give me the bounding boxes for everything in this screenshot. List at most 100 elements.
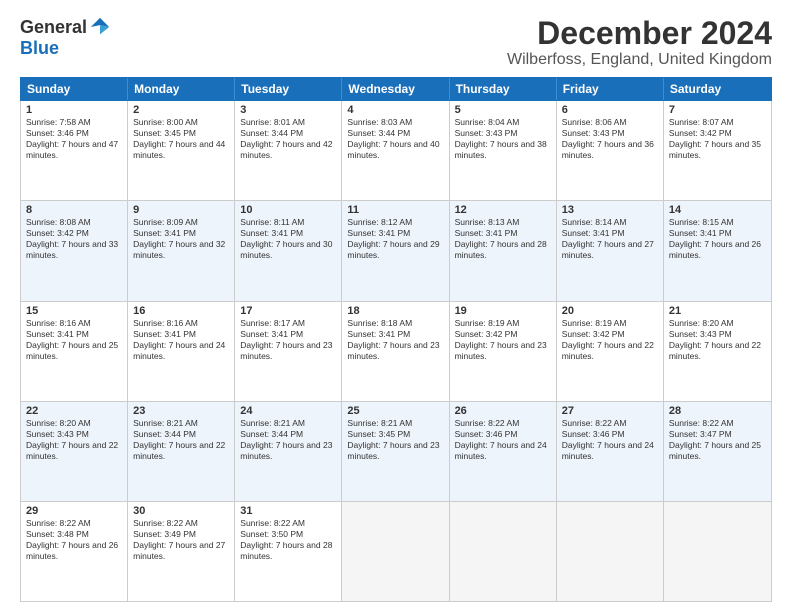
day-number: 17 <box>240 305 336 317</box>
day-cell-21: 21Sunrise: 8:20 AMSunset: 3:43 PMDayligh… <box>664 302 771 401</box>
month-title: December 2024 <box>507 16 772 51</box>
day-cell-26: 26Sunrise: 8:22 AMSunset: 3:46 PMDayligh… <box>450 402 557 501</box>
empty-cell <box>450 502 557 601</box>
cell-info: Sunrise: 8:11 AMSunset: 3:41 PMDaylight:… <box>240 217 336 261</box>
day-cell-5: 5Sunrise: 8:04 AMSunset: 3:43 PMDaylight… <box>450 101 557 200</box>
cell-info: Sunrise: 8:09 AMSunset: 3:41 PMDaylight:… <box>133 217 229 261</box>
cell-info: Sunrise: 8:19 AMSunset: 3:42 PMDaylight:… <box>455 318 551 362</box>
day-cell-16: 16Sunrise: 8:16 AMSunset: 3:41 PMDayligh… <box>128 302 235 401</box>
header-tuesday: Tuesday <box>235 78 342 100</box>
day-cell-30: 30Sunrise: 8:22 AMSunset: 3:49 PMDayligh… <box>128 502 235 601</box>
cell-info: Sunrise: 8:03 AMSunset: 3:44 PMDaylight:… <box>347 117 443 161</box>
cell-info: Sunrise: 8:07 AMSunset: 3:42 PMDaylight:… <box>669 117 766 161</box>
day-number: 25 <box>347 405 443 417</box>
header-wednesday: Wednesday <box>342 78 449 100</box>
calendar-header: Sunday Monday Tuesday Wednesday Thursday… <box>20 77 772 101</box>
day-number: 31 <box>240 505 336 517</box>
day-cell-10: 10Sunrise: 8:11 AMSunset: 3:41 PMDayligh… <box>235 201 342 300</box>
day-number: 26 <box>455 405 551 417</box>
day-number: 19 <box>455 305 551 317</box>
day-number: 15 <box>26 305 122 317</box>
empty-cell <box>664 502 771 601</box>
title-section: December 2024 Wilberfoss, England, Unite… <box>507 16 772 69</box>
day-cell-28: 28Sunrise: 8:22 AMSunset: 3:47 PMDayligh… <box>664 402 771 501</box>
day-cell-11: 11Sunrise: 8:12 AMSunset: 3:41 PMDayligh… <box>342 201 449 300</box>
cell-info: Sunrise: 8:15 AMSunset: 3:41 PMDaylight:… <box>669 217 766 261</box>
week-row-4: 22Sunrise: 8:20 AMSunset: 3:43 PMDayligh… <box>21 402 771 502</box>
day-cell-25: 25Sunrise: 8:21 AMSunset: 3:45 PMDayligh… <box>342 402 449 501</box>
cell-info: Sunrise: 8:16 AMSunset: 3:41 PMDaylight:… <box>133 318 229 362</box>
day-cell-29: 29Sunrise: 8:22 AMSunset: 3:48 PMDayligh… <box>21 502 128 601</box>
empty-cell <box>342 502 449 601</box>
logo-blue: Blue <box>20 38 59 59</box>
header-friday: Friday <box>557 78 664 100</box>
day-cell-20: 20Sunrise: 8:19 AMSunset: 3:42 PMDayligh… <box>557 302 664 401</box>
day-number: 9 <box>133 204 229 216</box>
cell-info: Sunrise: 8:22 AMSunset: 3:48 PMDaylight:… <box>26 518 122 562</box>
day-cell-24: 24Sunrise: 8:21 AMSunset: 3:44 PMDayligh… <box>235 402 342 501</box>
day-number: 8 <box>26 204 122 216</box>
cell-info: Sunrise: 8:21 AMSunset: 3:44 PMDaylight:… <box>240 418 336 462</box>
cell-info: Sunrise: 8:22 AMSunset: 3:50 PMDaylight:… <box>240 518 336 562</box>
cell-info: Sunrise: 8:12 AMSunset: 3:41 PMDaylight:… <box>347 217 443 261</box>
cell-info: Sunrise: 8:21 AMSunset: 3:45 PMDaylight:… <box>347 418 443 462</box>
cell-info: Sunrise: 8:13 AMSunset: 3:41 PMDaylight:… <box>455 217 551 261</box>
day-cell-13: 13Sunrise: 8:14 AMSunset: 3:41 PMDayligh… <box>557 201 664 300</box>
cell-info: Sunrise: 8:22 AMSunset: 3:46 PMDaylight:… <box>562 418 658 462</box>
day-cell-22: 22Sunrise: 8:20 AMSunset: 3:43 PMDayligh… <box>21 402 128 501</box>
header-thursday: Thursday <box>450 78 557 100</box>
day-number: 16 <box>133 305 229 317</box>
header-sunday: Sunday <box>21 78 128 100</box>
logo-general: General <box>20 17 87 38</box>
day-number: 28 <box>669 405 766 417</box>
location: Wilberfoss, England, United Kingdom <box>507 51 772 69</box>
day-number: 18 <box>347 305 443 317</box>
day-cell-12: 12Sunrise: 8:13 AMSunset: 3:41 PMDayligh… <box>450 201 557 300</box>
week-row-5: 29Sunrise: 8:22 AMSunset: 3:48 PMDayligh… <box>21 502 771 601</box>
logo-icon <box>89 16 111 38</box>
day-number: 10 <box>240 204 336 216</box>
cell-info: Sunrise: 8:20 AMSunset: 3:43 PMDaylight:… <box>26 418 122 462</box>
day-number: 14 <box>669 204 766 216</box>
cell-info: Sunrise: 8:22 AMSunset: 3:49 PMDaylight:… <box>133 518 229 562</box>
day-number: 11 <box>347 204 443 216</box>
cell-info: Sunrise: 8:18 AMSunset: 3:41 PMDaylight:… <box>347 318 443 362</box>
cell-info: Sunrise: 8:06 AMSunset: 3:43 PMDaylight:… <box>562 117 658 161</box>
cell-info: Sunrise: 8:22 AMSunset: 3:46 PMDaylight:… <box>455 418 551 462</box>
day-number: 2 <box>133 104 229 116</box>
cell-info: Sunrise: 8:01 AMSunset: 3:44 PMDaylight:… <box>240 117 336 161</box>
cell-info: Sunrise: 8:00 AMSunset: 3:45 PMDaylight:… <box>133 117 229 161</box>
logo: General Blue <box>20 16 111 59</box>
day-number: 5 <box>455 104 551 116</box>
day-number: 22 <box>26 405 122 417</box>
week-row-1: 1Sunrise: 7:58 AMSunset: 3:46 PMDaylight… <box>21 101 771 201</box>
calendar-body: 1Sunrise: 7:58 AMSunset: 3:46 PMDaylight… <box>20 101 772 602</box>
cell-info: Sunrise: 8:22 AMSunset: 3:47 PMDaylight:… <box>669 418 766 462</box>
header: General Blue December 2024 Wilberfoss, E… <box>20 16 772 69</box>
day-number: 13 <box>562 204 658 216</box>
day-cell-14: 14Sunrise: 8:15 AMSunset: 3:41 PMDayligh… <box>664 201 771 300</box>
day-cell-31: 31Sunrise: 8:22 AMSunset: 3:50 PMDayligh… <box>235 502 342 601</box>
header-saturday: Saturday <box>664 78 771 100</box>
cell-info: Sunrise: 8:08 AMSunset: 3:42 PMDaylight:… <box>26 217 122 261</box>
empty-cell <box>557 502 664 601</box>
day-cell-4: 4Sunrise: 8:03 AMSunset: 3:44 PMDaylight… <box>342 101 449 200</box>
day-cell-2: 2Sunrise: 8:00 AMSunset: 3:45 PMDaylight… <box>128 101 235 200</box>
day-cell-8: 8Sunrise: 8:08 AMSunset: 3:42 PMDaylight… <box>21 201 128 300</box>
day-number: 3 <box>240 104 336 116</box>
week-row-3: 15Sunrise: 8:16 AMSunset: 3:41 PMDayligh… <box>21 302 771 402</box>
day-number: 29 <box>26 505 122 517</box>
cell-info: Sunrise: 8:14 AMSunset: 3:41 PMDaylight:… <box>562 217 658 261</box>
day-cell-19: 19Sunrise: 8:19 AMSunset: 3:42 PMDayligh… <box>450 302 557 401</box>
day-cell-3: 3Sunrise: 8:01 AMSunset: 3:44 PMDaylight… <box>235 101 342 200</box>
day-cell-6: 6Sunrise: 8:06 AMSunset: 3:43 PMDaylight… <box>557 101 664 200</box>
day-cell-27: 27Sunrise: 8:22 AMSunset: 3:46 PMDayligh… <box>557 402 664 501</box>
day-cell-9: 9Sunrise: 8:09 AMSunset: 3:41 PMDaylight… <box>128 201 235 300</box>
day-cell-1: 1Sunrise: 7:58 AMSunset: 3:46 PMDaylight… <box>21 101 128 200</box>
header-monday: Monday <box>128 78 235 100</box>
cell-info: Sunrise: 8:16 AMSunset: 3:41 PMDaylight:… <box>26 318 122 362</box>
day-number: 27 <box>562 405 658 417</box>
day-cell-17: 17Sunrise: 8:17 AMSunset: 3:41 PMDayligh… <box>235 302 342 401</box>
day-number: 7 <box>669 104 766 116</box>
page: General Blue December 2024 Wilberfoss, E… <box>0 0 792 612</box>
